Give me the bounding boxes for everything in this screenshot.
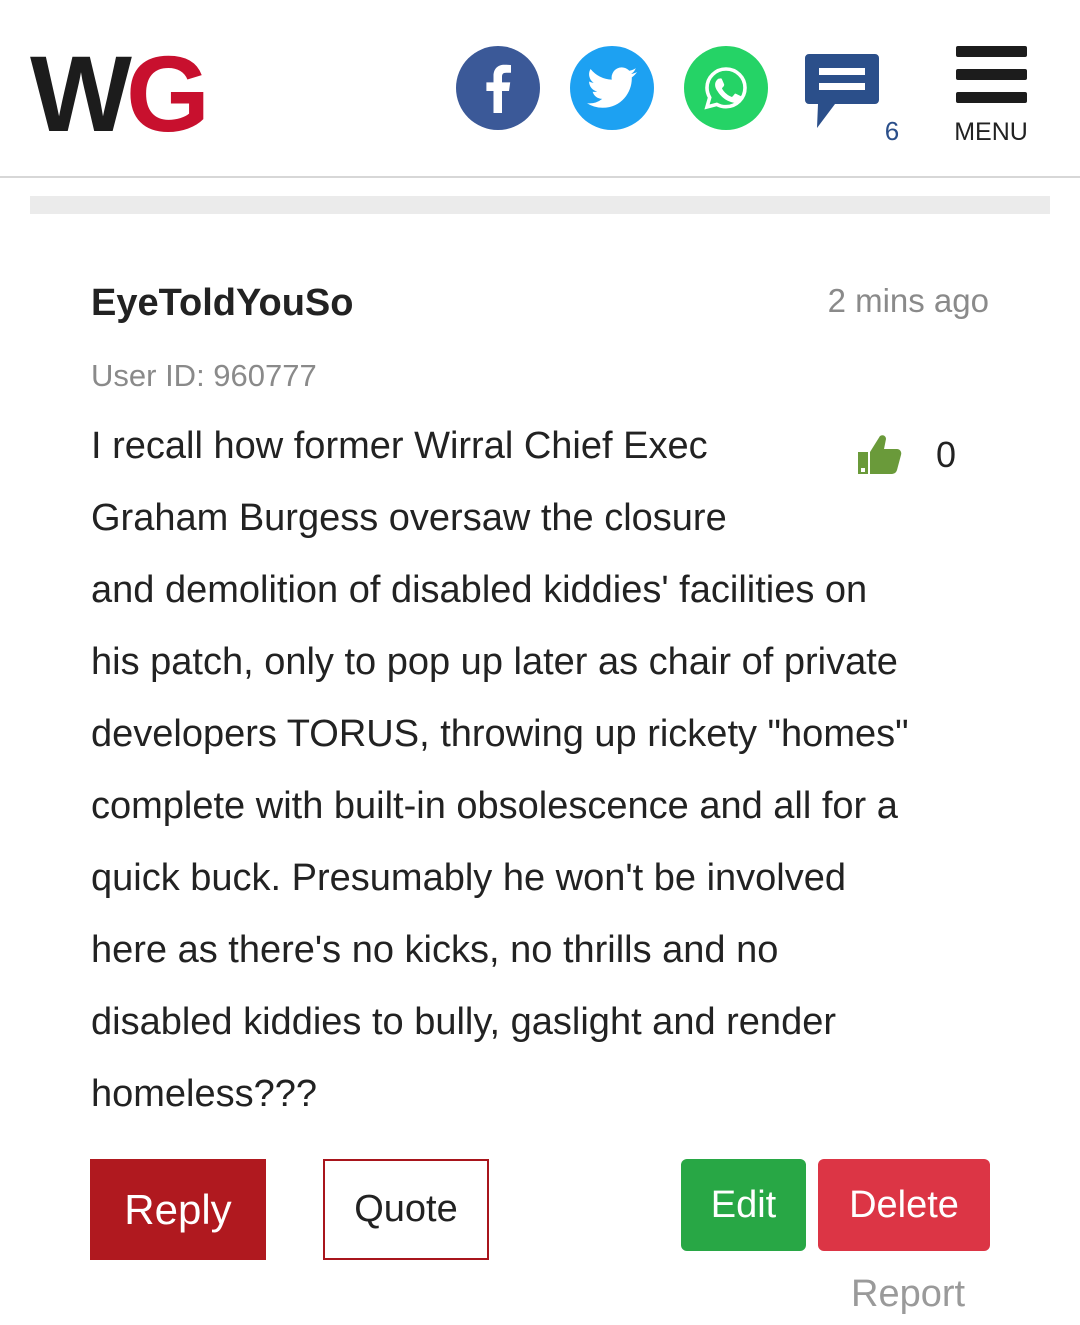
facebook-icon	[486, 64, 511, 113]
logo-letter-w: W	[30, 33, 132, 154]
site-logo[interactable]: WG	[30, 40, 210, 148]
quote-button[interactable]: Quote	[323, 1159, 489, 1260]
section-divider	[30, 196, 1050, 214]
comment-line: homeless???	[91, 1073, 318, 1115]
menu-button[interactable]: MENU	[950, 46, 1032, 150]
whatsapp-share-button[interactable]	[684, 46, 768, 130]
comment-line: developers TORUS, throwing up rickety "h…	[91, 713, 909, 755]
twitter-icon	[587, 67, 637, 108]
comment-username[interactable]: EyeToldYouSo	[91, 282, 354, 325]
report-link[interactable]: Report	[851, 1273, 965, 1316]
whatsapp-icon	[704, 67, 747, 110]
comment-line: quick buck. Presumably he won't be invol…	[91, 857, 846, 899]
thumbs-up-icon[interactable]	[856, 432, 902, 476]
comments-count: 6	[884, 116, 900, 146]
comment-line: complete with built-in obsolescence and …	[91, 785, 898, 827]
comment-line: and demolition of disabled kiddies' faci…	[91, 569, 868, 611]
comment-line: his patch, only to pop up later as chair…	[91, 641, 898, 683]
comment-line: I recall how former Wirral Chief Exec	[91, 425, 708, 467]
edit-button[interactable]: Edit	[681, 1159, 806, 1251]
menu-label: MENU	[954, 118, 1028, 146]
comment-user-id: User ID: 960777	[91, 358, 317, 393]
comment-timestamp: 2 mins ago	[827, 282, 989, 319]
site-header: WG 6 MENU	[0, 0, 1080, 178]
comment-line: disabled kiddies to bully, gaslight and …	[91, 1001, 836, 1043]
twitter-share-button[interactable]	[570, 46, 654, 130]
comment-line: here as there's no kicks, no thrills and…	[91, 929, 779, 971]
comment-line: Graham Burgess oversaw the closure	[91, 497, 727, 539]
logo-letter-g: G	[125, 33, 210, 154]
delete-button[interactable]: Delete	[818, 1159, 990, 1251]
reply-button[interactable]: Reply	[90, 1159, 266, 1260]
facebook-share-button[interactable]	[456, 46, 540, 130]
comment-bubble-icon	[805, 54, 879, 128]
like-count: 0	[936, 434, 957, 475]
